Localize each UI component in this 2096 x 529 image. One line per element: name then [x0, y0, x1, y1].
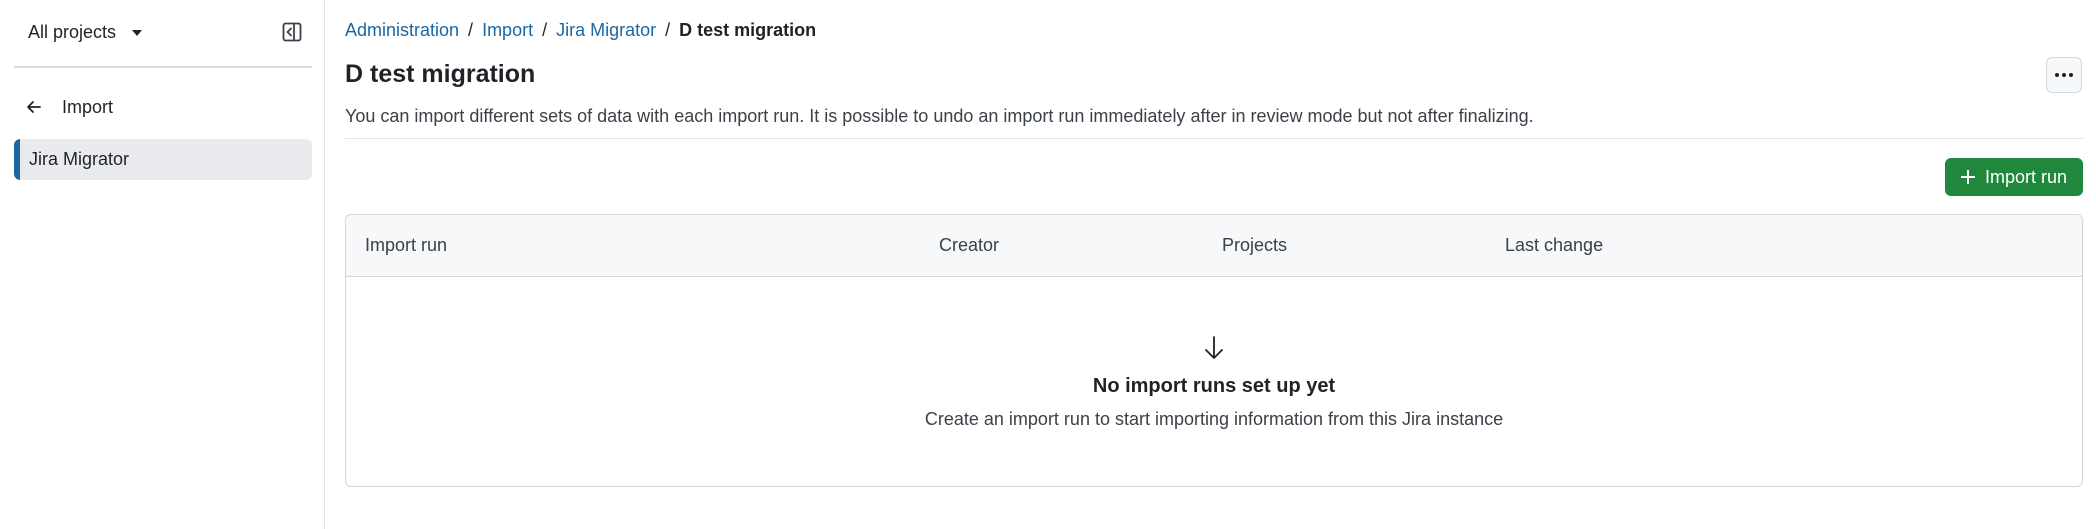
breadcrumb-separator: /: [542, 20, 548, 40]
project-switcher[interactable]: All projects: [14, 14, 156, 50]
arrow-left-icon: [27, 101, 41, 113]
more-actions-button[interactable]: [2046, 57, 2082, 93]
back-label: Import: [62, 96, 114, 117]
breadcrumb-administration[interactable]: Administration: [345, 20, 459, 41]
header-divider: [345, 138, 2083, 139]
add-import-run-button[interactable]: Import run: [1945, 158, 2083, 196]
import-runs-table: Import run Creator Projects Last change …: [345, 214, 2083, 487]
column-header-last-change[interactable]: Last change: [1505, 235, 1603, 256]
page-title: D test migration: [345, 60, 536, 88]
page-description: You can import different sets of data wi…: [345, 106, 1534, 126]
arrow-down-icon: [1205, 336, 1223, 359]
table-header: Import run Creator Projects Last change: [346, 215, 2082, 277]
main-content: Administration / Import / Jira Migrator …: [345, 0, 2083, 529]
back-to-import-link[interactable]: Import: [14, 90, 125, 124]
sidebar-item-label: Jira Migrator: [29, 149, 130, 169]
plus-icon: [1960, 170, 1975, 184]
triangle-down-icon: [132, 30, 143, 36]
breadcrumb-import[interactable]: Import: [482, 20, 533, 41]
kebab-horizontal-icon: [2055, 73, 2059, 77]
empty-state-description: Create an import run to start importing …: [924, 409, 1504, 429]
column-header-projects[interactable]: Projects: [1222, 235, 1287, 256]
add-import-run-label: Import run: [1984, 166, 2068, 187]
empty-state: No import runs set up yet Create an impo…: [346, 277, 2082, 486]
project-switcher-label: All projects: [28, 21, 117, 42]
app-root: All projects Import Jira Migrator Admini…: [0, 0, 2096, 529]
breadcrumb: Administration / Import / Jira Migrator …: [345, 20, 816, 41]
breadcrumb-separator: /: [468, 20, 474, 40]
sidebar: All projects Import Jira Migrator: [0, 0, 325, 529]
sidebar-item-jira-migrator[interactable]: Jira Migrator: [14, 139, 312, 180]
empty-state-title: No import runs set up yet: [1092, 375, 1336, 397]
breadcrumb-current: D test migration: [679, 20, 817, 40]
sidebar-collapse-icon: [282, 22, 302, 42]
sidebar-divider: [14, 66, 312, 68]
column-header-import-run[interactable]: Import run: [365, 235, 447, 256]
collapse-sidebar-button[interactable]: [278, 18, 306, 46]
breadcrumb-jira-migrator[interactable]: Jira Migrator: [556, 20, 656, 41]
column-header-creator[interactable]: Creator: [939, 235, 999, 256]
breadcrumb-separator: /: [665, 20, 671, 40]
